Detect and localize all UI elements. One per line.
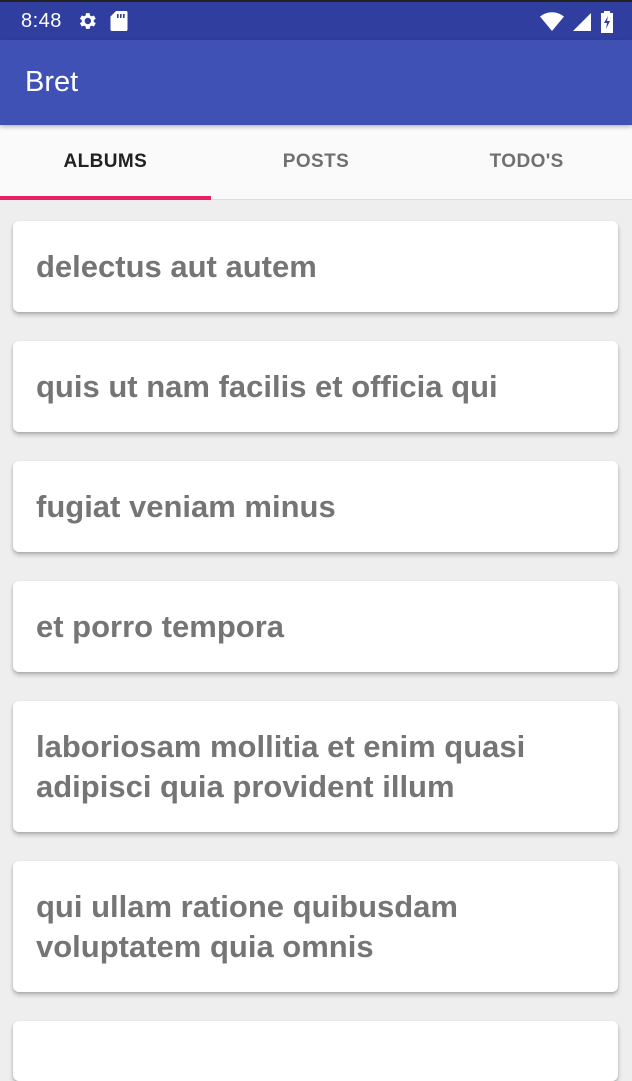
album-card[interactable]: quis ut nam facilis et officia qui [13,341,618,432]
sd-card-icon [110,10,128,32]
settings-gear-icon [76,10,98,32]
battery-charging-icon [600,10,614,34]
album-card[interactable]: qui ullam ratione quibusdam voluptatem q… [13,861,618,992]
cellular-signal-icon [572,12,592,32]
album-title: fugiat veniam minus [36,488,336,524]
album-card[interactable] [13,1021,618,1081]
status-system-icons [540,10,614,34]
app-title: Bret [25,66,79,98]
tab-todos[interactable]: TODO'S [421,125,632,199]
tab-posts[interactable]: POSTS [211,125,422,199]
status-bar: 8:48 [0,0,632,40]
wifi-icon [540,12,564,32]
album-card[interactable]: delectus aut autem [13,221,618,312]
tab-albums[interactable]: ALBUMS [0,125,211,200]
album-card[interactable]: laboriosam mollitia et enim quasi adipis… [13,701,618,832]
tab-bar: ALBUMS POSTS TODO'S [0,125,632,200]
album-title: et porro tempora [36,608,285,644]
album-card[interactable]: et porro tempora [13,581,618,672]
album-title: delectus aut autem [36,248,317,284]
album-title: laboriosam mollitia et enim quasi adipis… [36,728,526,804]
app-bar: Bret [0,40,632,125]
status-time: 8:48 [21,9,62,32]
album-title: quis ut nam facilis et officia qui [36,368,498,404]
album-card[interactable]: fugiat veniam minus [13,461,618,552]
status-notification-icons [76,10,128,32]
album-title: qui ullam ratione quibusdam voluptatem q… [36,888,458,964]
